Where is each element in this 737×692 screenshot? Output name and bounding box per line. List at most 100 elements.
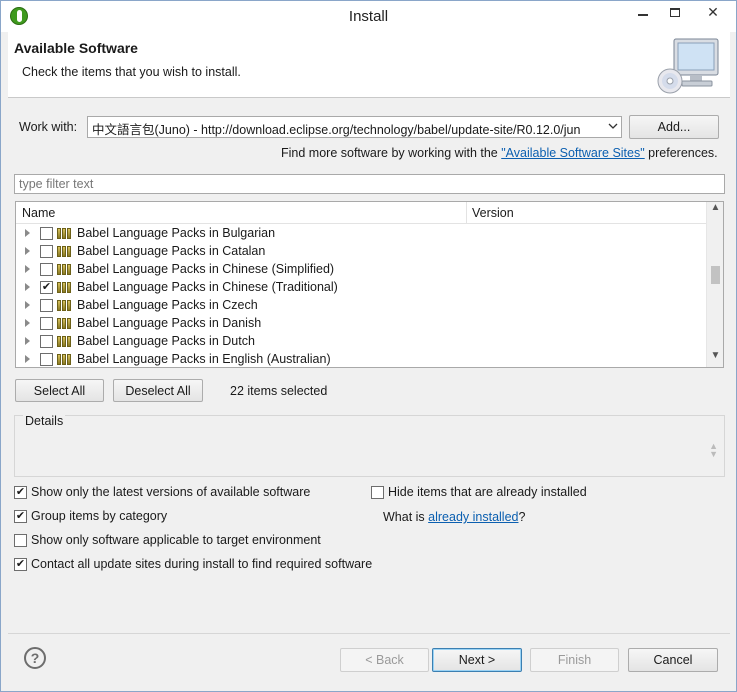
- tree-row[interactable]: Babel Language Packs in Dutch: [16, 333, 706, 351]
- content: Work with: 中文語言包(Juno) - http://download…: [8, 98, 730, 633]
- expand-arrow-icon[interactable]: [25, 229, 30, 237]
- opt-target-env-label: Show only software applicable to target …: [31, 533, 321, 547]
- scroll-up-icon[interactable]: ▲: [707, 202, 723, 219]
- scroll-thumb[interactable]: [711, 266, 720, 284]
- what-is-installed: What is already installed?: [383, 510, 525, 524]
- package-icon: [57, 336, 72, 347]
- work-with-label: Work with:: [19, 120, 78, 134]
- package-icon: [57, 318, 72, 329]
- expand-arrow-icon[interactable]: [25, 301, 30, 309]
- expand-arrow-icon[interactable]: [25, 337, 30, 345]
- details-area: [16, 432, 723, 474]
- tree-rows: Babel Language Packs in Bulgarian Babel L…: [16, 225, 706, 367]
- already-installed-link[interactable]: already installed: [428, 510, 518, 524]
- tree-row-label: Babel Language Packs in Czech: [77, 298, 258, 312]
- expand-arrow-icon[interactable]: [25, 355, 30, 363]
- tree-row[interactable]: ✔ Babel Language Packs in Chinese (Tradit…: [16, 279, 706, 297]
- column-separator[interactable]: [466, 202, 467, 224]
- tree-row[interactable]: Babel Language Packs in Chinese (Simplif…: [16, 261, 706, 279]
- tree-row-label: Babel Language Packs in Chinese (Traditi…: [77, 280, 338, 294]
- tree-row-checkbox[interactable]: [40, 317, 53, 330]
- close-icon: ✕: [707, 3, 719, 20]
- column-name[interactable]: Name: [22, 206, 55, 220]
- close-button[interactable]: ✕: [691, 1, 735, 23]
- opt-hide-installed-checkbox[interactable]: [371, 486, 384, 499]
- expand-arrow-icon[interactable]: [25, 265, 30, 273]
- minimize-icon: [638, 14, 648, 16]
- package-icon: [57, 354, 72, 365]
- tree-row-label: Babel Language Packs in Catalan: [77, 244, 266, 258]
- package-icon: [57, 228, 72, 239]
- opt-contact-sites-checkbox[interactable]: ✔: [14, 558, 27, 571]
- tree-row-checkbox[interactable]: [40, 299, 53, 312]
- add-button[interactable]: Add...: [629, 115, 719, 139]
- expand-arrow-icon[interactable]: [25, 283, 30, 291]
- tree-row-checkbox[interactable]: [40, 227, 53, 240]
- tree-row-label: Babel Language Packs in English (Austral…: [77, 352, 331, 366]
- tree-row-label: Babel Language Packs in Bulgarian: [77, 226, 276, 240]
- window-title: Install: [348, 8, 389, 25]
- find-more-text: Find more software by working with the "…: [281, 146, 718, 160]
- tree-scrollbar[interactable]: ▲ ▼: [706, 202, 723, 367]
- work-with-value: 中文語言包(Juno) - http://download.eclipse.or…: [92, 123, 581, 137]
- back-button[interactable]: < Back: [340, 648, 429, 672]
- tree-row[interactable]: Babel Language Packs in Czech: [16, 297, 706, 315]
- tree-row[interactable]: Babel Language Packs in English (Austral…: [16, 351, 706, 367]
- details-scroll-icon: ▲ ▼: [709, 441, 718, 459]
- expand-arrow-icon[interactable]: [25, 247, 30, 255]
- finish-button[interactable]: Finish: [530, 648, 619, 672]
- package-icon: [57, 300, 72, 311]
- title-bar: Install ✕: [1, 1, 736, 32]
- install-dialog: Install ✕ Available Software Check the i…: [0, 0, 737, 692]
- tree-row[interactable]: Babel Language Packs in Danish: [16, 315, 706, 333]
- cancel-button[interactable]: Cancel: [628, 648, 718, 672]
- find-more-suffix: preferences.: [644, 146, 718, 160]
- tree-row-label: Babel Language Packs in Dutch: [77, 334, 255, 348]
- select-all-button[interactable]: Select All: [15, 379, 104, 402]
- expand-arrow-icon[interactable]: [25, 319, 30, 327]
- package-icon: [57, 282, 72, 293]
- maximize-icon: [670, 7, 680, 17]
- tree-row-checkbox[interactable]: [40, 245, 53, 258]
- tree-row-checkbox[interactable]: ✔: [40, 281, 53, 294]
- what-is-prefix: What is: [383, 510, 429, 524]
- banner-subtitle: Check the items that you wish to install…: [22, 65, 241, 79]
- filter-input[interactable]: type filter text: [14, 174, 725, 194]
- tree-row-checkbox[interactable]: [40, 263, 53, 276]
- next-button[interactable]: Next >: [432, 648, 522, 672]
- opt-latest-only-label: Show only the latest versions of availab…: [31, 485, 311, 499]
- opt-contact-sites-label: Contact all update sites during install …: [31, 557, 373, 571]
- tree-row[interactable]: Babel Language Packs in Bulgarian: [16, 225, 706, 243]
- tree-row-label: Babel Language Packs in Danish: [77, 316, 262, 330]
- package-icon: [57, 264, 72, 275]
- find-more-prefix: Find more software by working with the: [281, 146, 502, 160]
- work-with-combo[interactable]: 中文語言包(Juno) - http://download.eclipse.or…: [87, 116, 622, 138]
- tree-row-checkbox[interactable]: [40, 335, 53, 348]
- monitor-cd-icon: [657, 38, 719, 94]
- opt-group-category-checkbox[interactable]: ✔: [14, 510, 27, 523]
- column-version[interactable]: Version: [472, 206, 514, 220]
- tree-header: Name Version: [16, 202, 706, 224]
- tree-row-checkbox[interactable]: [40, 353, 53, 366]
- software-tree[interactable]: Name Version Babel Language Packs in Bul…: [15, 201, 724, 368]
- chevron-down-icon: [608, 123, 618, 129]
- banner: Available Software Check the items that …: [8, 32, 730, 98]
- items-selected-count: 22 items selected: [230, 384, 328, 398]
- maximize-button[interactable]: [659, 1, 691, 23]
- tree-row[interactable]: Babel Language Packs in Catalan: [16, 243, 706, 261]
- footer-divider: [8, 633, 730, 634]
- banner-heading: Available Software: [14, 40, 138, 56]
- scroll-down-icon[interactable]: ▼: [707, 350, 723, 367]
- opt-group-category-label: Group items by category: [31, 509, 168, 523]
- details-group: Details ▲ ▼: [14, 414, 725, 477]
- available-sites-link[interactable]: "Available Software Sites": [501, 146, 644, 160]
- deselect-all-button[interactable]: Deselect All: [113, 379, 203, 402]
- opt-target-env-checkbox[interactable]: [14, 534, 27, 547]
- tree-row-label: Babel Language Packs in Chinese (Simplif…: [77, 262, 335, 276]
- package-icon: [57, 246, 72, 257]
- opt-latest-only-checkbox[interactable]: ✔: [14, 486, 27, 499]
- details-legend: Details: [23, 414, 66, 428]
- minimize-button[interactable]: [627, 1, 659, 23]
- what-is-suffix: ?: [518, 510, 526, 524]
- help-icon[interactable]: ?: [24, 647, 46, 669]
